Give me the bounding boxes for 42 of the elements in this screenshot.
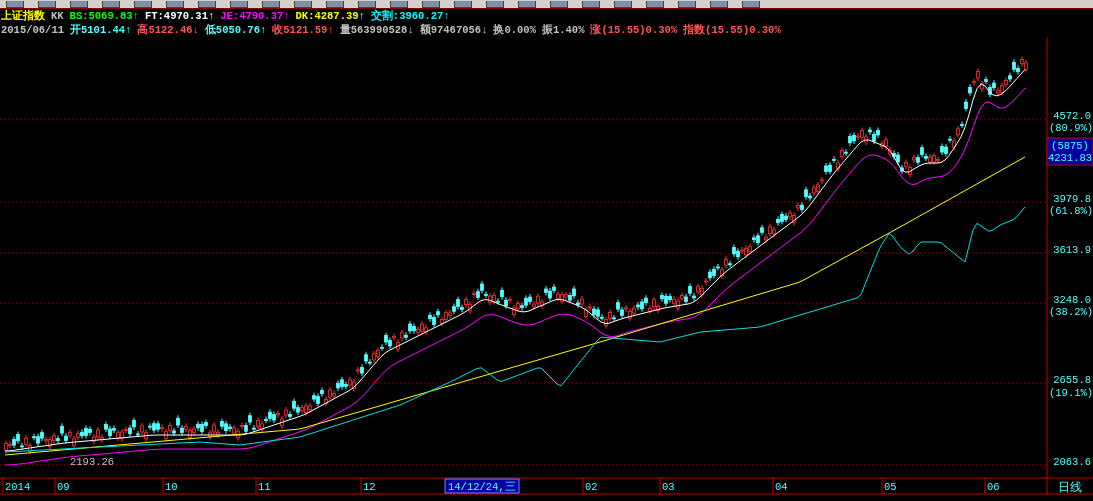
ratio-label: (61.8%) <box>1049 205 1093 217</box>
cursor-price-box: (5875) 4231.83 <box>1046 137 1093 166</box>
quote-field: 上证指数 <box>1 9 45 23</box>
date-label: 10 <box>165 481 178 493</box>
date-label: 04 <box>775 481 788 493</box>
ratio-label: (38.2%) <box>1049 306 1093 318</box>
cursor-date-box: 14/12/24,三 <box>444 478 520 494</box>
low-price-marker: 2193.26 <box>70 456 115 468</box>
quote-field: 开5101.44↑ <box>70 23 132 37</box>
price-label: 4572.0 <box>1053 110 1091 122</box>
price-label: 2063.6 <box>1053 456 1091 468</box>
date-label: 05 <box>884 481 897 493</box>
quote-field: 指数(15.55)0.30% <box>683 23 781 37</box>
date-label: 2014 <box>5 481 31 493</box>
quote-field: 交割:3960.27↑ <box>370 9 450 23</box>
date-label: 09 <box>57 481 70 493</box>
quote-field: FT:4970.31↑ <box>144 10 215 22</box>
quote-field: 2015/06/11 <box>1 24 64 36</box>
price-label: 3613.9 <box>1053 244 1091 256</box>
date-label: 03 <box>662 481 675 493</box>
quote-field: 涨(15.55)0.30% <box>590 23 678 37</box>
quote-field: BS:5069.83↑ <box>69 10 139 22</box>
quote-field: JE:4790.37↑ <box>220 10 290 22</box>
quote-field: KK <box>51 10 64 22</box>
quote-field: 高5122.46↓ <box>137 23 199 37</box>
quote-field: DK:4287.39↑ <box>295 10 365 22</box>
date-label: 06 <box>987 481 1000 493</box>
date-label: 12 <box>363 481 376 493</box>
quote-field: 振1.40% <box>541 23 585 37</box>
price-label: 3248.0 <box>1053 294 1091 306</box>
quote-field: 低5050.76↑ <box>204 23 267 37</box>
quote-field: 量563990528↓ <box>339 23 414 37</box>
quote-field: 换0.00% <box>493 23 536 37</box>
ratio-label: (19.1%) <box>1049 387 1093 399</box>
period-label[interactable]: 日线 <box>1058 480 1082 494</box>
quote-field: 额97467056↓ <box>419 23 488 37</box>
price-label: 3979.8 <box>1053 193 1091 205</box>
date-label: 11 <box>258 481 271 493</box>
quote-field: 收5121.59↑ <box>272 23 334 37</box>
price-label: 2655.8 <box>1053 374 1091 386</box>
ratio-label: (80.9%) <box>1049 122 1093 134</box>
date-label: 02 <box>585 481 598 493</box>
